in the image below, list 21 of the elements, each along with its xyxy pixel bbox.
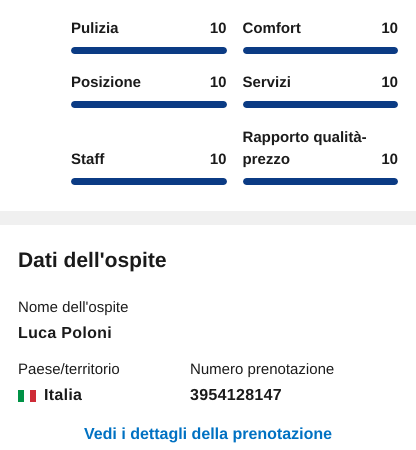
rating-score: 10 <box>381 73 398 93</box>
field-value: Luca Poloni <box>18 324 112 344</box>
rating-label: Posizione <box>71 73 142 93</box>
field-label: Paese/territorio <box>18 360 121 380</box>
rating-score: 10 <box>210 73 226 93</box>
italy-flag-icon <box>18 390 36 402</box>
field-label: Nome dell'ospite <box>18 298 130 318</box>
rating-score: 10 <box>210 19 226 39</box>
rating-score: 10 <box>381 150 398 170</box>
section-title: Dati dell'ospite <box>18 248 168 274</box>
rating-label: Staff <box>71 150 104 170</box>
rating-label: Rapporto qualità-prezzo <box>242 128 368 170</box>
rating-score: 10 <box>381 19 398 39</box>
field-label: Numero prenotazione <box>190 360 336 380</box>
field-value: Italia <box>44 386 82 406</box>
rating-label: Pulizia <box>71 19 119 39</box>
field-value: 3954128147 <box>190 386 282 406</box>
rating-score: 10 <box>210 150 226 170</box>
rating-label: Servizi <box>242 73 291 93</box>
rating-label: Comfort <box>242 19 301 39</box>
booking-details-link[interactable]: Vedi i dettagli della prenotazione <box>84 423 332 447</box>
